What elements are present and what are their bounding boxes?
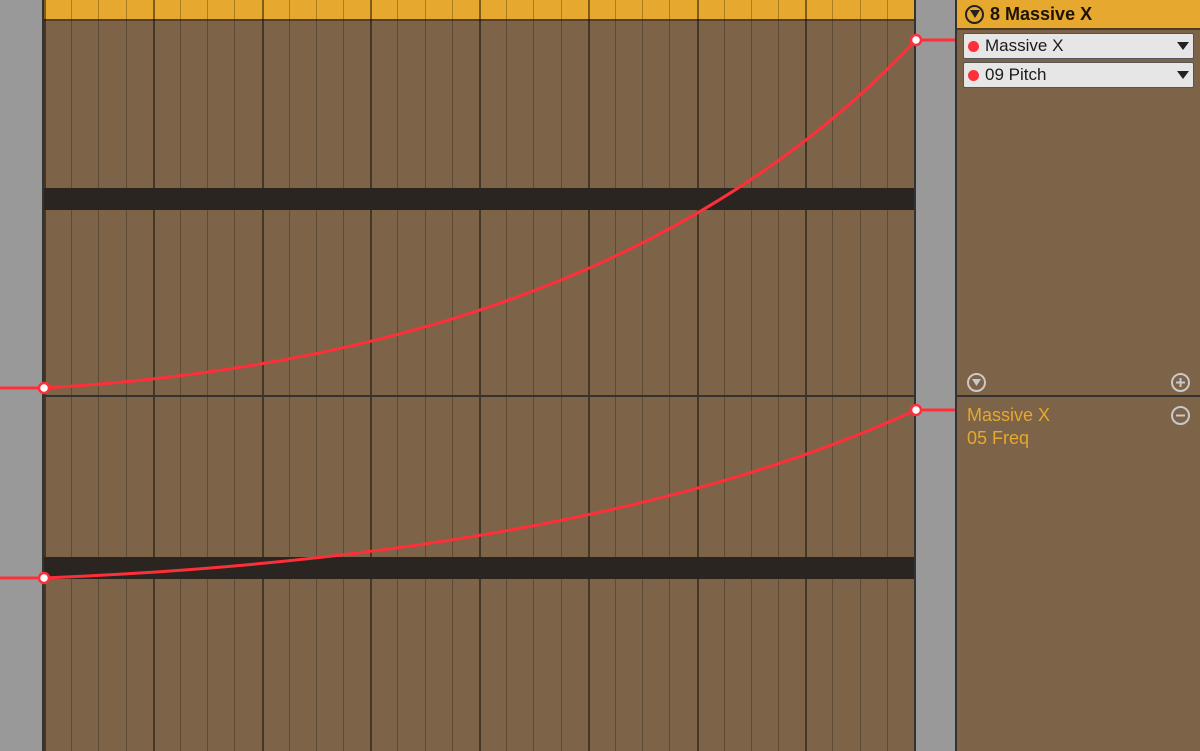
lane2-device-name: Massive X: [967, 404, 1050, 427]
clip-header-bar[interactable]: [44, 0, 914, 21]
track-name: Massive X: [1005, 4, 1092, 24]
lane-divider: [0, 395, 955, 397]
track-fold-button[interactable]: [965, 5, 984, 24]
lane-fold-button[interactable]: [967, 373, 986, 392]
app-root: 8 Massive X Massive X 09 Pitch: [0, 0, 1200, 751]
parameter-chooser[interactable]: 09 Pitch: [963, 62, 1194, 88]
chevron-down-icon: [1177, 42, 1189, 50]
editor-margin-right: [914, 0, 955, 751]
remove-lane-button[interactable]: [1171, 406, 1190, 425]
track-header[interactable]: 8 Massive X: [957, 0, 1200, 30]
lane-zero-band-2: [44, 557, 914, 579]
lane2-header: Massive X 05 Freq: [957, 398, 1200, 451]
automation-active-dot-icon: [968, 70, 979, 81]
chevron-down-icon: [1177, 71, 1189, 79]
track-number: 8: [990, 4, 1000, 24]
device-chooser[interactable]: Massive X: [963, 33, 1194, 59]
automation-active-dot-icon: [968, 41, 979, 52]
lane2-param-name: 05 Freq: [967, 427, 1190, 450]
parameter-chooser-label: 09 Pitch: [985, 65, 1171, 85]
lane1-footer: [957, 364, 1200, 396]
editor-margin-left: [0, 0, 44, 751]
automation-editor[interactable]: [0, 0, 955, 751]
sidebar-lane-divider: [957, 395, 1200, 397]
lane-zero-band-1: [44, 188, 914, 210]
track-title: 8 Massive X: [990, 4, 1092, 25]
track-sidebar: 8 Massive X Massive X 09 Pitch: [955, 0, 1200, 751]
editor-background: [44, 0, 914, 751]
device-chooser-label: Massive X: [985, 36, 1171, 56]
add-lane-button[interactable]: [1171, 373, 1190, 392]
